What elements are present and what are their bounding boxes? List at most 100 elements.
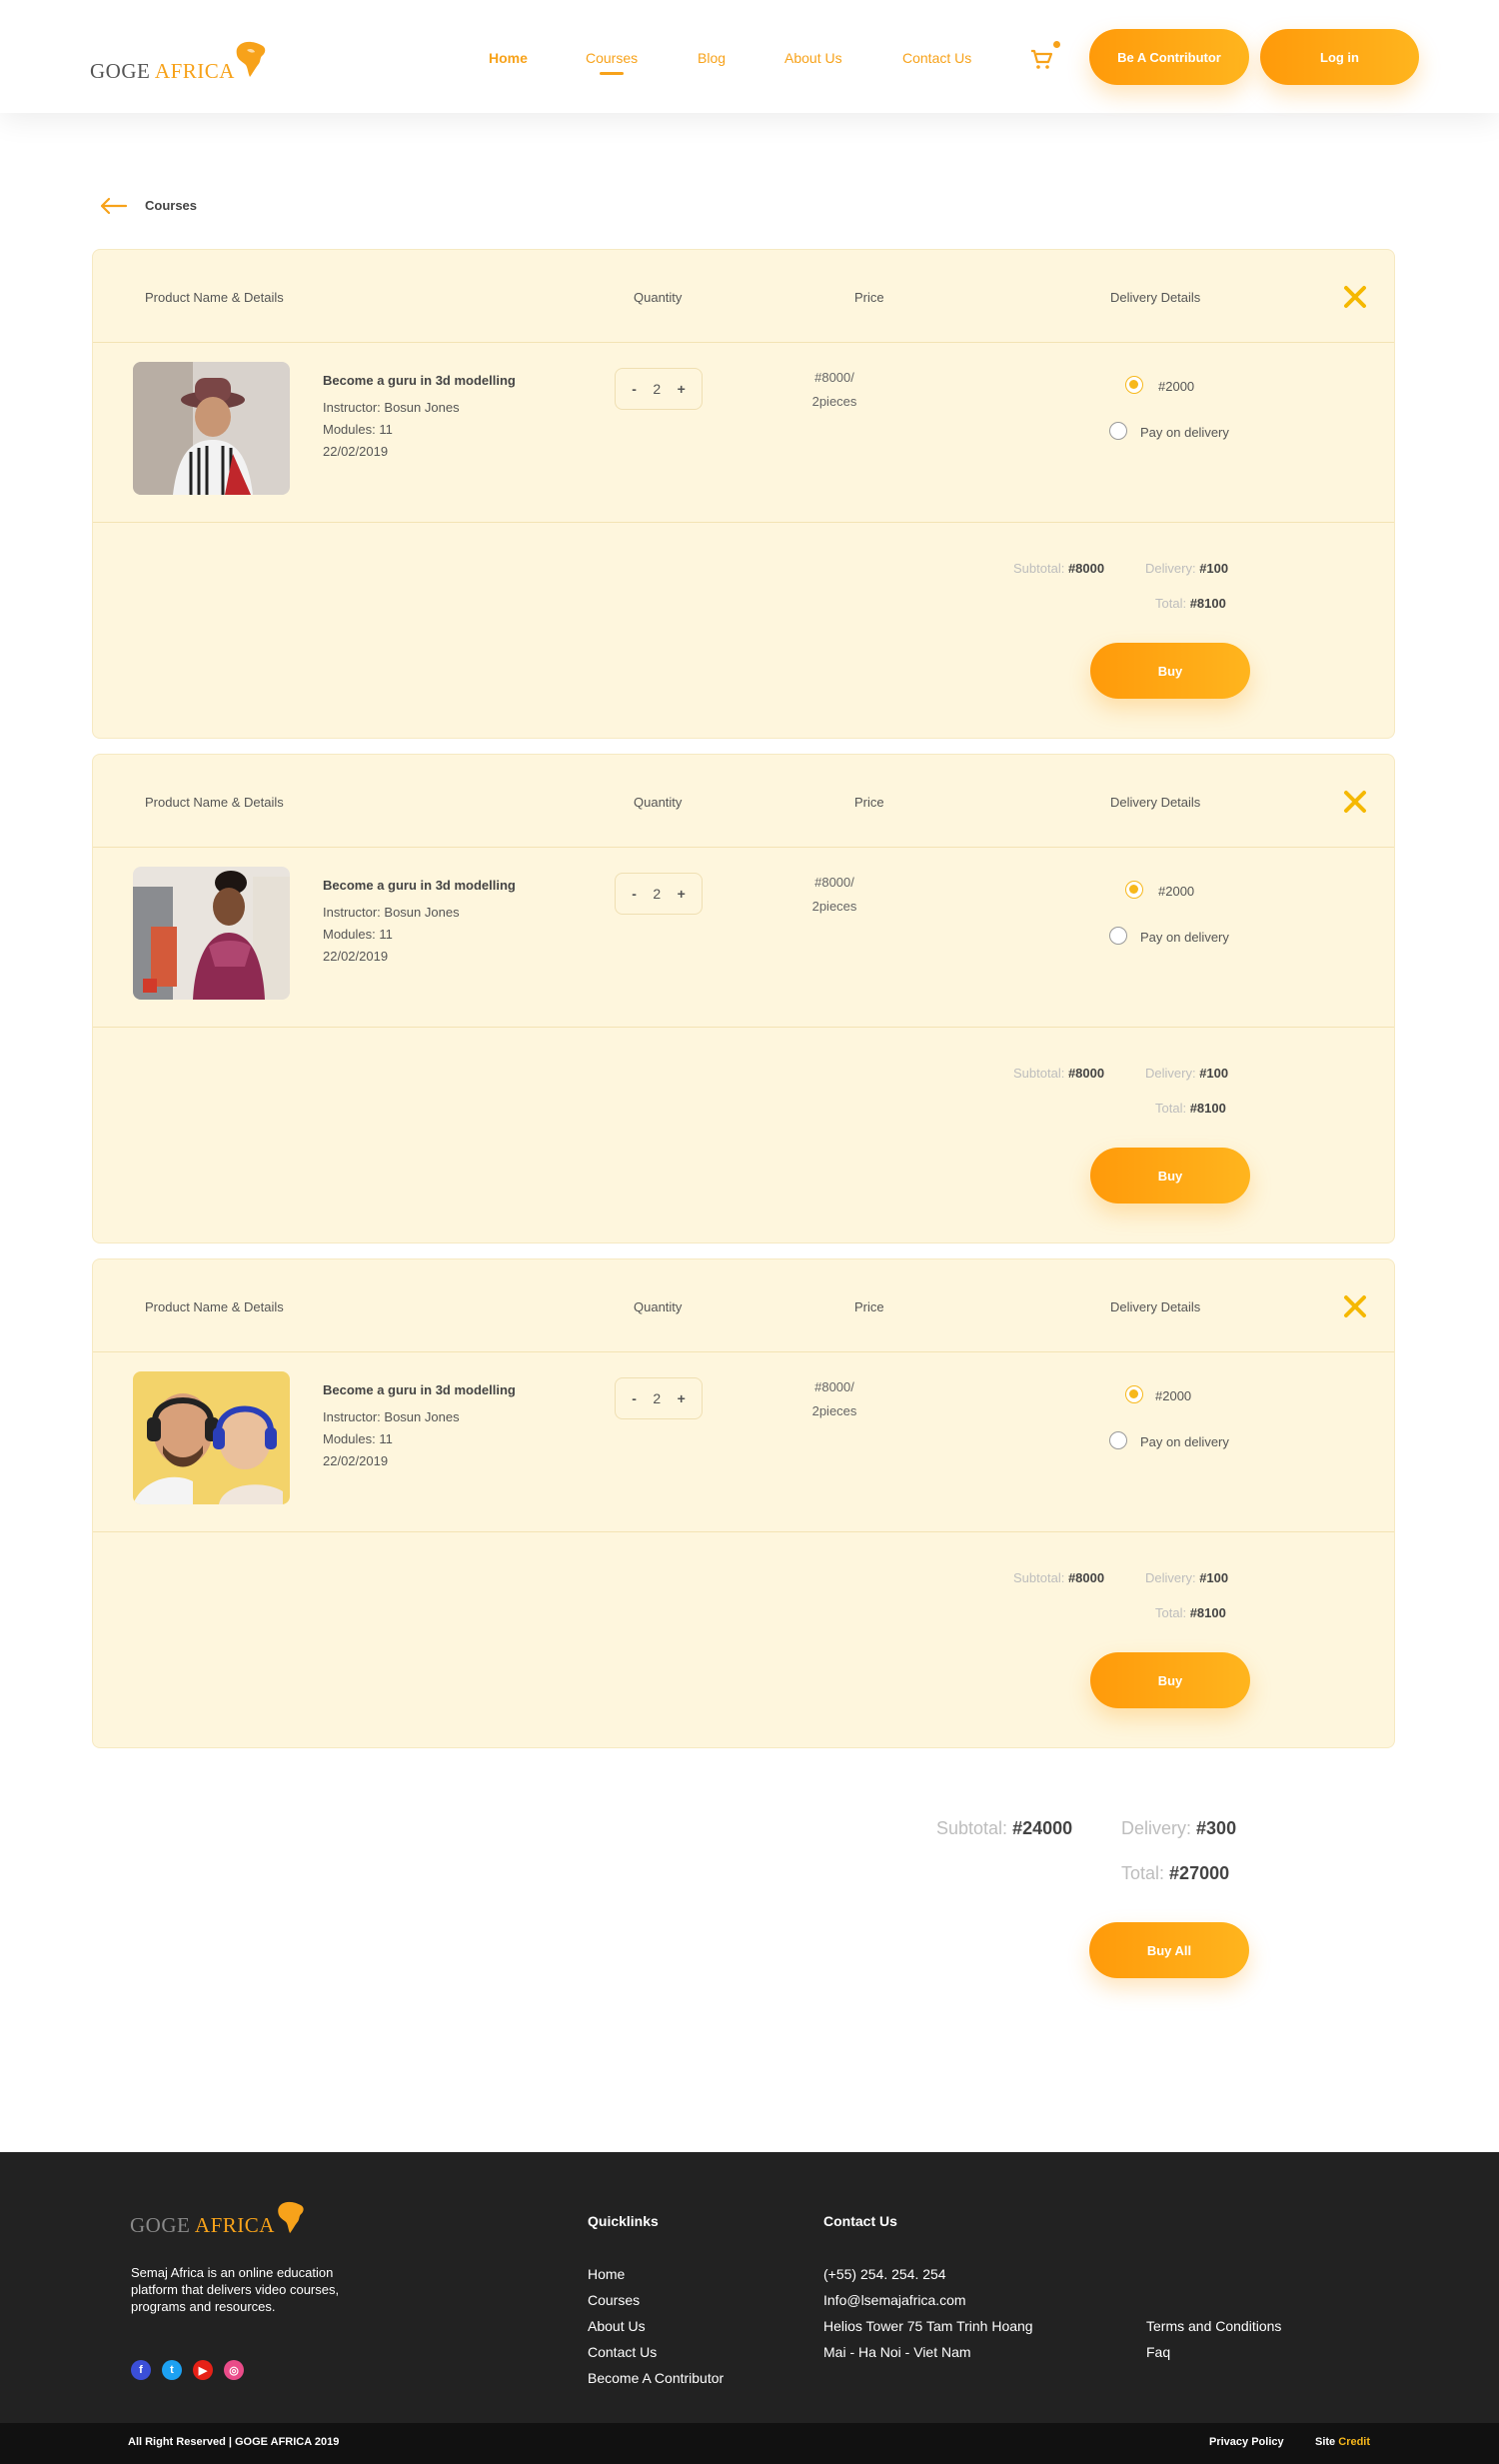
qty-value[interactable]: 2 — [653, 1390, 661, 1406]
buy-all-button[interactable]: Buy All — [1089, 1922, 1249, 1978]
divider — [93, 847, 1394, 848]
youtube-icon[interactable]: ▶ — [193, 2360, 213, 2380]
site-label: Site — [1315, 2436, 1336, 2448]
nav-home[interactable]: Home — [489, 50, 528, 66]
be-contributor-button[interactable]: Be A Contributor — [1089, 29, 1249, 85]
grand-total: Total: #27000 — [1121, 1863, 1229, 1884]
course-title[interactable]: Become a guru in 3d modelling — [323, 1382, 516, 1397]
header-product: Product Name & Details — [145, 795, 284, 810]
item-subtotal: Subtotal: #8000 — [1013, 1066, 1104, 1081]
course-instructor: Instructor: Bosun Jones — [323, 400, 460, 415]
back-arrow-icon[interactable] — [98, 196, 128, 216]
total-label: Total: — [1155, 1101, 1187, 1116]
buy-button[interactable]: Buy — [1090, 1148, 1250, 1204]
facebook-icon[interactable]: f — [131, 2360, 151, 2380]
footer-link-courses[interactable]: Courses — [588, 2292, 640, 2308]
subtotal-value: #8000 — [1067, 561, 1105, 576]
delivery-option-fee-label: #2000 — [1155, 1388, 1192, 1403]
header-delivery: Delivery Details — [1110, 1299, 1201, 1314]
subtotal-value: #8000 — [1067, 1570, 1105, 1585]
africa-map-icon — [278, 2201, 304, 2234]
delivery-value: #100 — [1199, 1066, 1229, 1081]
pay-on-delivery-radio[interactable] — [1109, 927, 1127, 945]
nav-courses[interactable]: Courses — [586, 50, 638, 66]
footer-link-contributor[interactable]: Become A Contributor — [588, 2370, 724, 2386]
quantity-stepper: - 2 + — [615, 368, 703, 410]
divider — [93, 342, 1394, 343]
brand-logo[interactable]: GOGE AFRICA — [90, 34, 269, 82]
terms-link[interactable]: Terms and Conditions — [1146, 2318, 1281, 2334]
cart-item-card: Product Name & Details Quantity Price De… — [92, 1258, 1395, 1748]
total-label: Total: — [1155, 596, 1187, 611]
dribbble-icon[interactable]: ◎ — [224, 2360, 244, 2380]
privacy-policy-link[interactable]: Privacy Policy — [1209, 2436, 1284, 2448]
product-thumbnail[interactable] — [133, 1371, 290, 1504]
quantity-stepper: - 2 + — [615, 873, 703, 915]
footer-logo[interactable]: GOGE AFRICA — [130, 2200, 307, 2236]
delivery-option-fee-radio[interactable] — [1125, 376, 1143, 394]
contact-address-2: Mai - Ha Noi - Viet Nam — [823, 2344, 971, 2360]
nav-about[interactable]: About Us — [784, 50, 842, 66]
breadcrumb[interactable]: Courses — [145, 198, 197, 213]
qty-plus-button[interactable]: + — [678, 1390, 686, 1406]
close-icon[interactable] — [1342, 284, 1368, 310]
qty-value[interactable]: 2 — [653, 886, 661, 902]
subtotal-value: #8000 — [1067, 1066, 1105, 1081]
pay-on-delivery-radio[interactable] — [1109, 422, 1127, 440]
total-label: Total: — [1155, 1605, 1187, 1620]
footer-link-contact[interactable]: Contact Us — [588, 2344, 657, 2360]
divider — [93, 522, 1394, 523]
contact-address-1: Helios Tower 75 Tam Trinh Hoang — [823, 2318, 1033, 2334]
qty-minus-button[interactable]: - — [632, 1390, 637, 1406]
price-unit: 2pieces — [811, 394, 857, 409]
course-date: 22/02/2019 — [323, 1453, 389, 1468]
delivery-option-fee-radio[interactable] — [1125, 1385, 1143, 1403]
cart-icon[interactable] — [1029, 47, 1053, 71]
divider — [93, 1531, 1394, 1532]
close-icon[interactable] — [1342, 789, 1368, 815]
delivery-option-fee-radio[interactable] — [1125, 881, 1143, 899]
brand-name-1: GOGE — [130, 2213, 191, 2237]
faq-link[interactable]: Faq — [1146, 2344, 1170, 2360]
grand-total-value: #27000 — [1169, 1863, 1230, 1883]
contact-phone[interactable]: (+55) 254. 254. 254 — [823, 2266, 946, 2282]
price-line: #8000/ — [814, 1379, 854, 1394]
subtotal-label: Subtotal: — [1013, 1066, 1065, 1081]
buy-button[interactable]: Buy — [1090, 643, 1250, 699]
contact-email[interactable]: Info@lsemajafrica.com — [823, 2292, 966, 2308]
close-icon[interactable] — [1342, 1293, 1368, 1319]
delivery-label: Delivery: — [1145, 1066, 1196, 1081]
course-modules: Modules: 11 — [323, 422, 393, 437]
pay-on-delivery-radio[interactable] — [1109, 1431, 1127, 1449]
header-quantity: Quantity — [634, 795, 683, 810]
qty-plus-button[interactable]: + — [678, 381, 686, 397]
nav-contact[interactable]: Contact Us — [902, 50, 971, 66]
header-price: Price — [854, 1299, 884, 1314]
product-thumbnail[interactable] — [133, 362, 290, 495]
course-instructor: Instructor: Bosun Jones — [323, 1409, 460, 1424]
grand-delivery-value: #300 — [1196, 1818, 1237, 1838]
site-credit-link[interactable]: Site Credit — [1315, 2436, 1370, 2448]
footer-link-about[interactable]: About Us — [588, 2318, 646, 2334]
course-title[interactable]: Become a guru in 3d modelling — [323, 373, 516, 388]
product-thumbnail[interactable] — [133, 867, 290, 1000]
footer-link-home[interactable]: Home — [588, 2266, 625, 2282]
qty-value[interactable]: 2 — [653, 381, 661, 397]
nav-blog[interactable]: Blog — [698, 50, 726, 66]
copyright: All Right Reserved | GOGE AFRICA 2019 — [128, 2436, 340, 2448]
qty-plus-button[interactable]: + — [678, 886, 686, 902]
buy-button[interactable]: Buy — [1090, 1652, 1250, 1708]
footer-description: Semaj Africa is an online education plat… — [131, 2265, 340, 2314]
price-unit: 2pieces — [811, 1403, 857, 1418]
header-price: Price — [854, 795, 884, 810]
total-value: #8100 — [1189, 1101, 1226, 1116]
login-button[interactable]: Log in — [1260, 29, 1419, 85]
active-nav-indicator — [600, 72, 624, 75]
course-title[interactable]: Become a guru in 3d modelling — [323, 878, 516, 893]
qty-minus-button[interactable]: - — [632, 381, 637, 397]
site-footer: GOGE AFRICA Semaj Africa is an online ed… — [0, 2152, 1499, 2423]
qty-minus-button[interactable]: - — [632, 886, 637, 902]
twitter-icon[interactable]: t — [162, 2360, 182, 2380]
total-value: #8100 — [1189, 1605, 1226, 1620]
grand-total-label: Total: — [1121, 1863, 1165, 1883]
